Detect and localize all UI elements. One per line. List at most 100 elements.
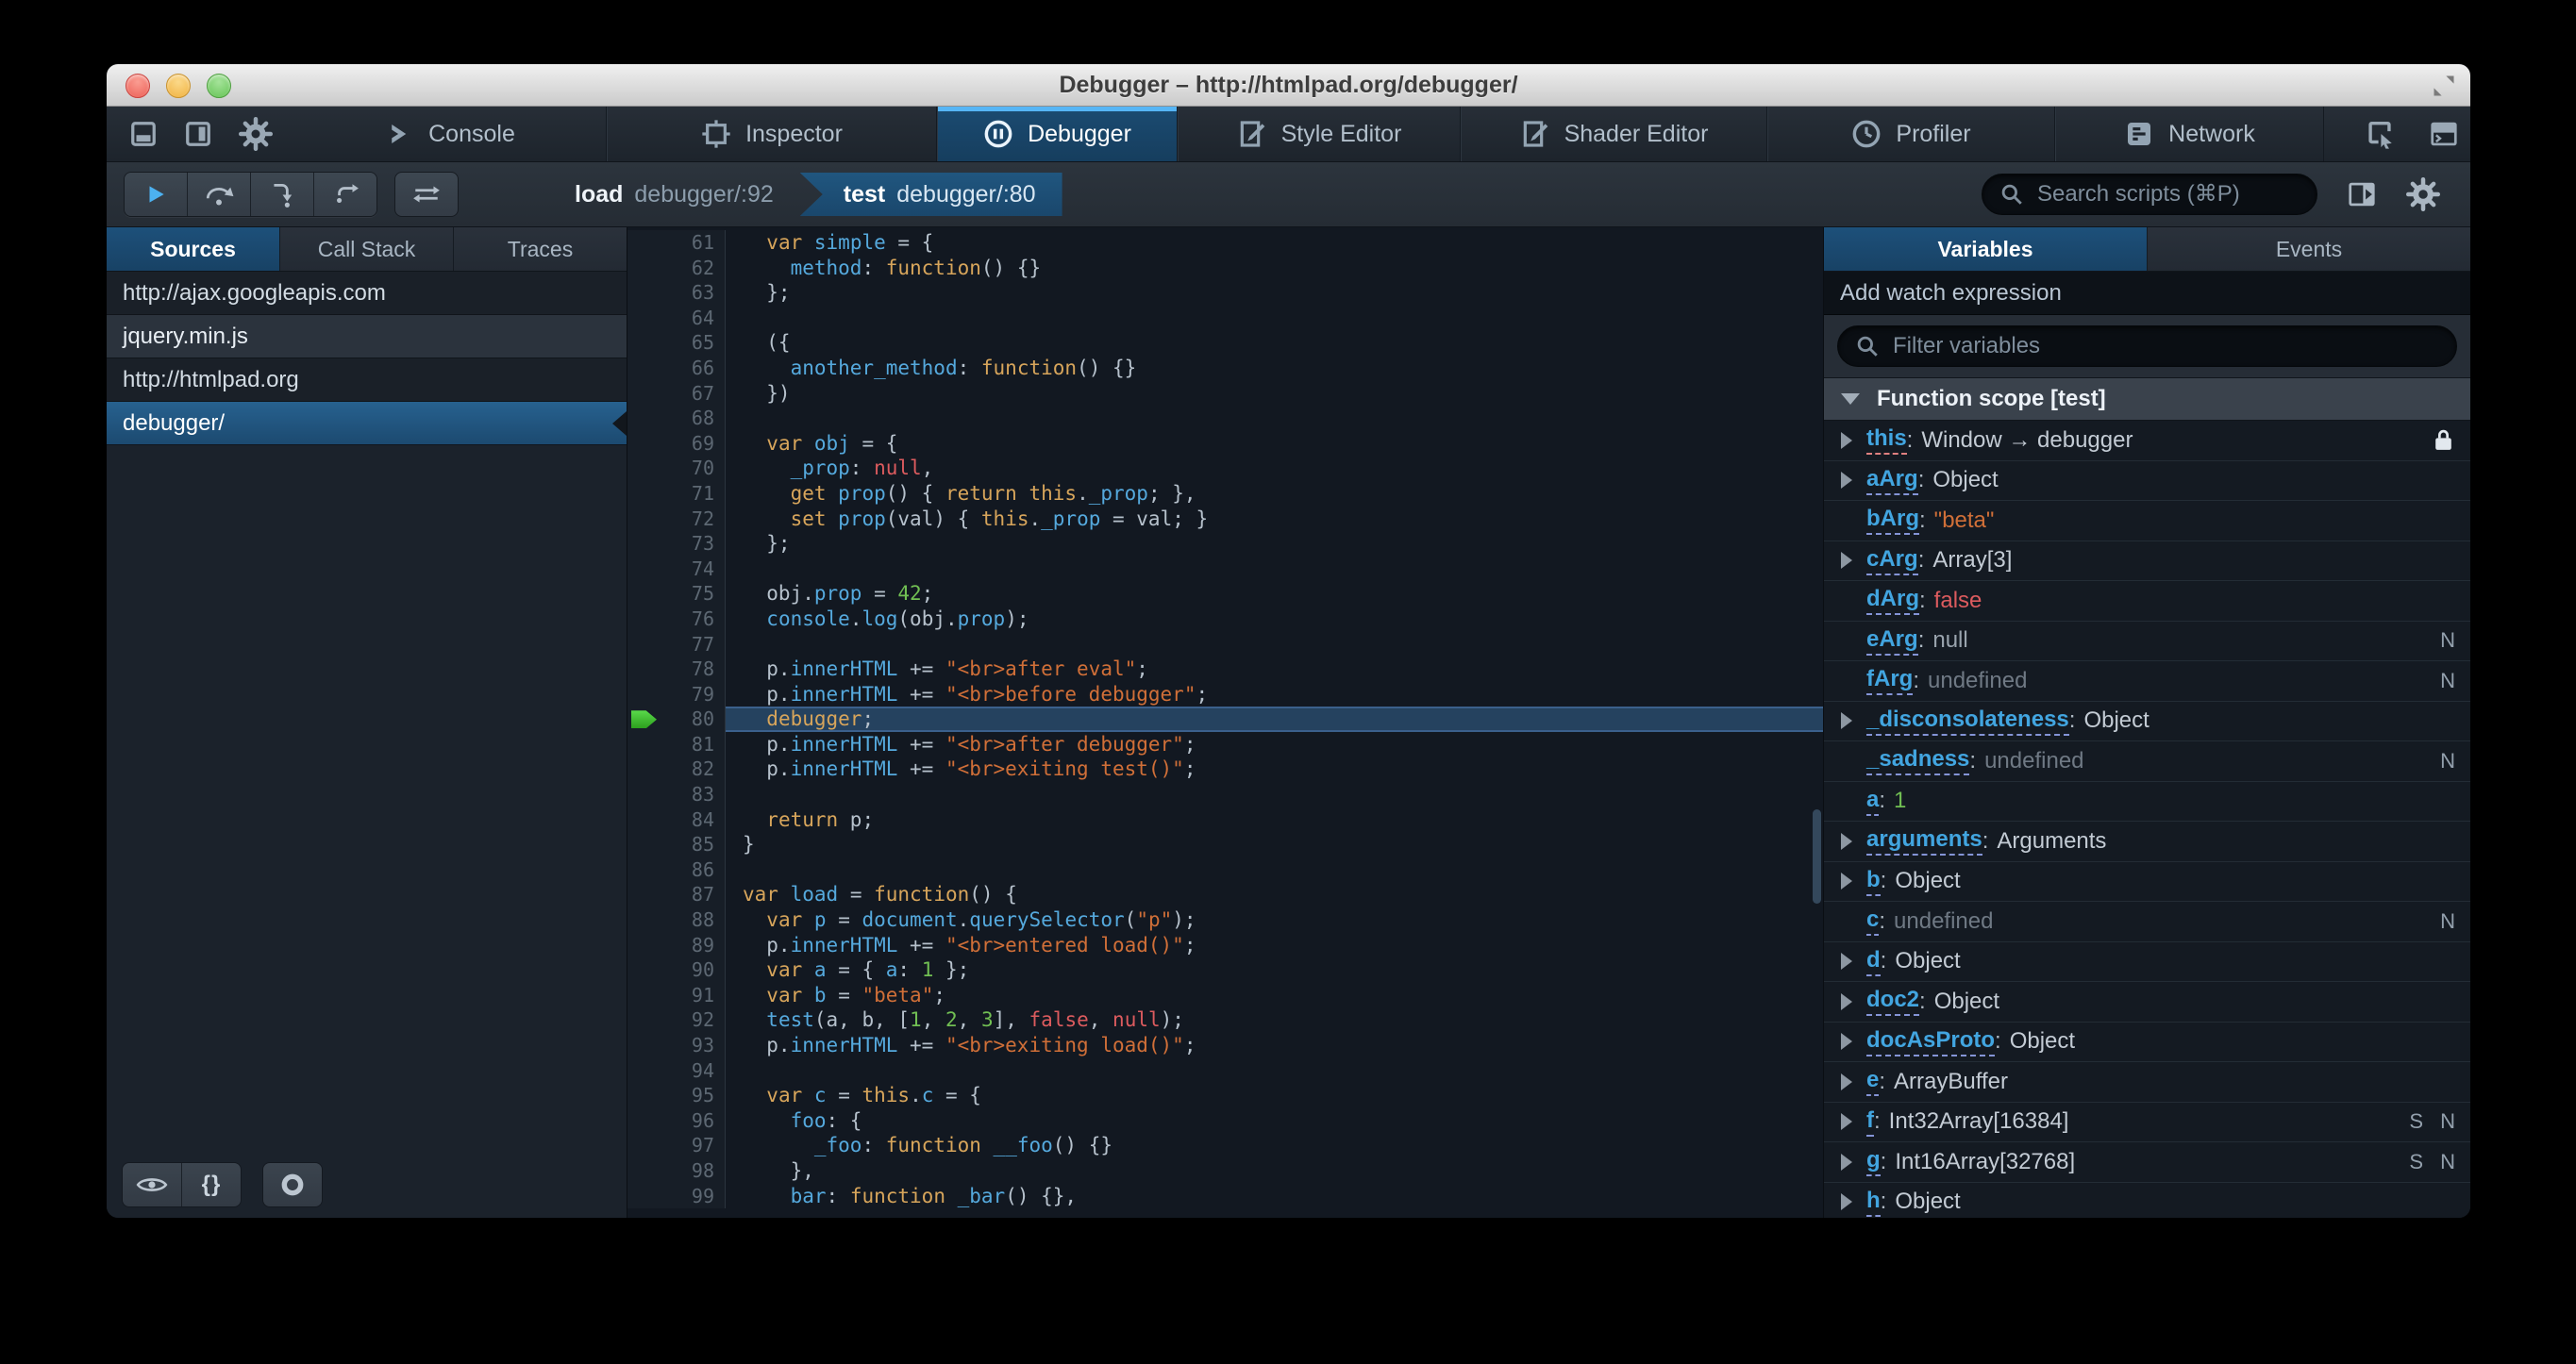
code-text[interactable]: get prop() { return this._prop; }, [726,481,1823,507]
code-text[interactable]: p.innerHTML += "<br>entered load()"; [726,933,1823,958]
breakpoint-gutter[interactable] [627,832,661,857]
variable-value[interactable]: Window → debugger [1921,427,2133,454]
code-text[interactable]: var a = { a: 1 }; [726,957,1823,983]
expand-arrow-icon[interactable] [1841,1033,1852,1051]
line-number[interactable]: 95 [661,1083,726,1108]
code-text[interactable]: var simple = { [726,230,1823,256]
element-picker-icon[interactable] [2364,118,2396,150]
breakpoint-gutter[interactable] [627,1033,661,1058]
breakpoint-gutter[interactable] [627,581,661,607]
breakpoint-gutter[interactable] [627,606,661,632]
sidebar-tab-call-stack[interactable]: Call Stack [280,227,454,271]
tab-inspector[interactable]: Inspector [607,107,937,161]
minimize-button[interactable] [166,74,191,98]
line-number[interactable]: 87 [661,882,726,908]
code-text[interactable] [726,306,1823,331]
step-over-button[interactable] [188,173,251,216]
variable-row-eArg[interactable]: eArg: null N [1824,621,2470,661]
line-number[interactable]: 99 [661,1183,726,1209]
breakpoint-gutter[interactable] [627,657,661,682]
code-text[interactable]: }; [726,531,1823,557]
toggle-pause-exceptions-button[interactable] [394,172,459,217]
code-text[interactable]: p.innerHTML += "<br>exiting test()"; [726,757,1823,782]
line-number[interactable]: 84 [661,807,726,833]
dock-side-icon[interactable] [184,120,212,148]
dock-bottom-icon[interactable] [129,120,158,148]
step-in-button[interactable] [251,173,314,216]
breakpoint-gutter[interactable] [627,757,661,783]
resume-button[interactable] [125,173,188,216]
debugger-options-gear-icon[interactable] [2406,177,2440,211]
code-text[interactable]: var load = function() { [726,882,1823,907]
breakpoint-gutter[interactable] [627,1133,661,1158]
code-text[interactable]: }) [726,381,1823,407]
variable-value[interactable]: undefined [1928,668,2027,694]
variable-value[interactable]: Object [2083,707,2149,734]
code-text[interactable]: set prop(val) { this._prop = val; } [726,507,1823,532]
line-number[interactable]: 62 [661,255,726,281]
line-number[interactable]: 90 [661,957,726,983]
breakpoint-gutter[interactable] [627,305,661,331]
breakpoint-gutter[interactable] [627,280,661,306]
breakpoint-gutter[interactable] [627,1107,661,1134]
line-number[interactable]: 71 [661,480,726,507]
variable-value[interactable]: Arguments [1997,828,2106,855]
breakpoint-gutter[interactable] [627,1157,661,1184]
code-text[interactable]: p.innerHTML += "<br>before debugger"; [726,682,1823,707]
variable-value[interactable]: "beta" [1934,507,1995,534]
editor-scrollbar-thumb[interactable] [1813,809,1821,904]
variable-value[interactable]: undefined [1984,748,2083,774]
code-text[interactable]: _prop: null, [726,456,1823,481]
variable-value[interactable]: undefined [1894,908,1993,935]
variable-value[interactable]: Object [2010,1028,2075,1055]
line-number[interactable]: 86 [661,857,726,883]
breakpoint-gutter[interactable] [627,782,661,807]
line-number[interactable]: 64 [661,305,726,331]
add-watch-expression[interactable]: Add watch expression [1824,272,2470,315]
line-number[interactable]: 66 [661,355,726,381]
code-text[interactable]: var p = document.querySelector("p"); [726,907,1823,933]
code-text[interactable]: p.innerHTML += "<br>exiting load()"; [726,1033,1823,1058]
line-number[interactable]: 91 [661,982,726,1008]
toggle-all-breakpoints-button[interactable] [263,1163,322,1206]
variable-row-b[interactable]: b: Object [1824,861,2470,902]
expand-arrow-icon[interactable] [1841,1193,1852,1211]
line-number[interactable]: 80 [661,707,726,732]
expand-arrow-icon[interactable] [1841,1073,1852,1090]
source-item-http-htmlpad-org[interactable]: http://htmlpad.org [107,358,627,402]
expand-arrow-icon[interactable] [1841,712,1852,730]
tab-console[interactable]: Console [295,107,607,161]
variable-value[interactable]: false [1934,588,1982,614]
code-text[interactable]: _foo: function __foo() {} [726,1133,1823,1158]
fullscreen-icon[interactable] [2431,73,2457,104]
blackbox-source-button[interactable] [123,1163,182,1206]
line-number[interactable]: 85 [661,832,726,857]
code-text[interactable]: }, [726,1158,1823,1184]
breakpoint-gutter[interactable] [627,907,661,933]
variable-row-bArg[interactable]: bArg: "beta" [1824,501,2470,541]
tab-style-editor[interactable]: Style Editor [1178,107,1461,161]
breakpoint-gutter[interactable] [627,506,661,532]
sidebar-tab-sources[interactable]: Sources [107,227,280,271]
breakpoint-gutter[interactable] [627,1183,661,1209]
breakpoint-gutter[interactable] [627,355,661,381]
line-number[interactable]: 72 [661,506,726,532]
breakpoint-gutter[interactable] [627,1007,661,1033]
variable-value[interactable]: Object [1932,467,1998,493]
breakpoint-gutter[interactable] [627,406,661,431]
breakpoint-gutter[interactable] [627,480,661,507]
breakpoint-gutter[interactable] [627,556,661,582]
breakpoint-gutter[interactable] [627,1057,661,1084]
breakpoint-gutter[interactable] [627,1083,661,1108]
line-number[interactable]: 92 [661,1007,726,1033]
line-number[interactable]: 96 [661,1107,726,1134]
expand-arrow-icon[interactable] [1841,953,1852,971]
line-number[interactable]: 68 [661,406,726,431]
code-text[interactable] [726,406,1823,431]
variable-value[interactable]: Int32Array[16384] [1889,1108,2069,1135]
breakpoint-gutter[interactable] [627,330,661,356]
breakpoint-gutter[interactable] [627,681,661,707]
line-number[interactable]: 75 [661,581,726,607]
code-text[interactable]: var c = this.c = { [726,1083,1823,1108]
line-number[interactable]: 79 [661,681,726,707]
